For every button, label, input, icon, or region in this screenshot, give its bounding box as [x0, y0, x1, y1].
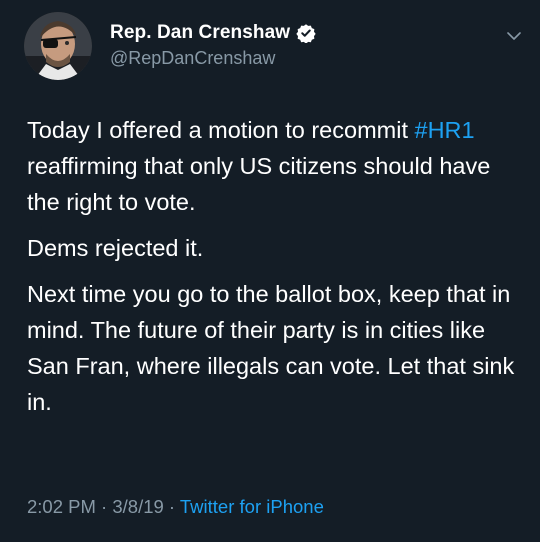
verified-badge-icon: [296, 23, 316, 44]
tweet-text: Today I offered a motion to recommit #HR…: [27, 112, 517, 430]
tweet-header: Rep. Dan Crenshaw @RepDanCrenshaw: [24, 12, 524, 84]
text-segment: Today I offered a motion to recommit: [27, 117, 408, 143]
avatar[interactable]: [24, 12, 92, 80]
author-block: Rep. Dan Crenshaw @RepDanCrenshaw: [110, 20, 316, 69]
meta-separator: ·: [95, 496, 113, 517]
tweet-source-link[interactable]: Twitter for iPhone: [180, 496, 324, 517]
avatar-image: [24, 12, 92, 80]
tweet-card: Rep. Dan Crenshaw @RepDanCrenshaw Today …: [0, 0, 540, 542]
display-name[interactable]: Rep. Dan Crenshaw: [110, 22, 290, 44]
tweet-paragraph-2: Dems rejected it.: [27, 235, 204, 261]
tweet-meta: 2:02 PM · 3/8/19 · Twitter for iPhone: [27, 496, 324, 518]
chevron-down-icon[interactable]: [504, 26, 524, 46]
tweet-time[interactable]: 2:02 PM: [27, 496, 96, 517]
hashtag-link[interactable]: #HR1: [415, 117, 475, 143]
meta-separator: ·: [163, 496, 180, 517]
tweet-paragraph-1: Today I offered a motion to recommit #HR…: [27, 112, 517, 220]
tweet-date[interactable]: 3/8/19: [112, 496, 163, 517]
name-row: Rep. Dan Crenshaw: [110, 20, 316, 46]
text-segment: reaffirming that only US citizens should…: [27, 153, 491, 215]
tweet-paragraph-3: Next time you go to the ballot box, keep…: [27, 281, 515, 415]
handle[interactable]: @RepDanCrenshaw: [110, 48, 316, 69]
